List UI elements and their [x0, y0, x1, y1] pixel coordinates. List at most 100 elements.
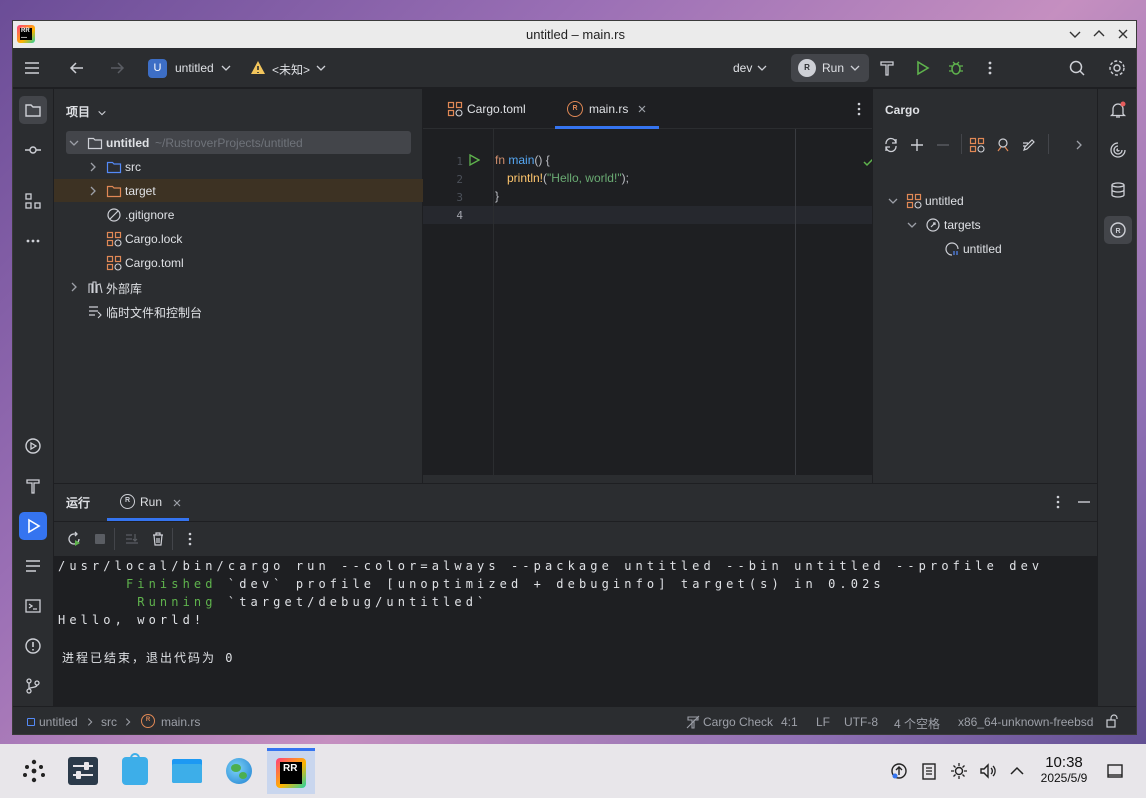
- cargo-tree-project[interactable]: untitled: [873, 189, 1098, 212]
- show-desktop-icon[interactable]: [1105, 761, 1125, 781]
- cargo-tool-icon[interactable]: R: [1104, 216, 1132, 244]
- rustrover-taskbar-icon[interactable]: RR: [267, 748, 315, 794]
- line-separator[interactable]: LF: [816, 715, 830, 729]
- stop-icon[interactable]: [92, 531, 108, 547]
- brightness-icon[interactable]: [949, 761, 969, 781]
- caret-position[interactable]: 4:1: [781, 715, 798, 729]
- run-tool-icon[interactable]: [19, 512, 47, 540]
- tree-item-label: Cargo.toml: [125, 256, 184, 270]
- tree-item-scratches[interactable]: 临时文件和控制台: [54, 299, 423, 322]
- project-badge[interactable]: U: [148, 59, 167, 78]
- horizontal-scrollbar[interactable]: [423, 475, 872, 483]
- ai-assistant-icon[interactable]: [1104, 136, 1132, 164]
- web-browser-icon[interactable]: [217, 749, 261, 793]
- tree-item-cargo-toml[interactable]: Cargo.toml: [54, 251, 423, 274]
- more-vertical-icon[interactable]: [851, 101, 867, 117]
- line-number: 4: [456, 209, 463, 222]
- remove-icon[interactable]: [935, 137, 951, 153]
- excluded-folder-icon: [106, 183, 122, 199]
- tree-item-gitignore[interactable]: .gitignore: [54, 203, 423, 226]
- scroll-to-end-icon[interactable]: [124, 531, 140, 547]
- cargo-settings-icon[interactable]: [995, 137, 1011, 153]
- cargo-file-icon: [447, 101, 463, 117]
- structure-icon[interactable]: [19, 187, 47, 215]
- file-encoding[interactable]: UTF-8: [844, 715, 878, 729]
- tab-main-rs[interactable]: R main.rs: [555, 89, 659, 129]
- debug-bug-icon[interactable]: [942, 54, 970, 82]
- tree-root-row[interactable]: untitled ~/RustroverProjects/untitled: [54, 131, 423, 154]
- edit-pencil-icon[interactable]: [1021, 137, 1037, 153]
- code-line-2[interactable]: println!("Hello, world!");: [507, 171, 629, 185]
- taskbar-clock[interactable]: 10:38 2025/5/9: [1034, 755, 1094, 786]
- tree-item-external-libraries[interactable]: 外部库: [54, 275, 423, 298]
- minimize-button[interactable]: [1066, 25, 1084, 43]
- lock-icon[interactable]: [1105, 714, 1119, 728]
- search-icon[interactable]: [1063, 54, 1091, 82]
- run-config-selector[interactable]: R Run: [791, 54, 869, 82]
- indent-setting[interactable]: 4 个空格: [894, 715, 940, 732]
- close-button[interactable]: [1114, 25, 1132, 43]
- more-vertical-icon[interactable]: [976, 54, 1004, 82]
- cargo-tree-targets[interactable]: targets: [873, 213, 1098, 236]
- settings-gear-icon[interactable]: [1103, 54, 1131, 82]
- project-folder-icon[interactable]: [19, 96, 47, 124]
- cargo-project-icon[interactable]: [969, 137, 985, 153]
- cargo-file-icon: [106, 255, 122, 271]
- tray-expand-chevron-icon[interactable]: [1007, 761, 1027, 781]
- refresh-icon[interactable]: [883, 137, 899, 153]
- discover-store-icon[interactable]: [113, 749, 157, 793]
- project-selector[interactable]: untitled: [175, 61, 214, 75]
- cargo-tree-target-untitled[interactable]: untitled: [873, 237, 1098, 260]
- more-horizontal-icon[interactable]: [19, 227, 47, 255]
- main-menu-icon[interactable]: [18, 54, 46, 82]
- system-settings-icon[interactable]: [61, 749, 105, 793]
- tree-item-target[interactable]: target: [54, 179, 423, 202]
- terminal-icon[interactable]: [19, 592, 47, 620]
- project-panel-title[interactable]: 项目: [66, 103, 107, 120]
- add-icon[interactable]: [909, 137, 925, 153]
- back-arrow-icon[interactable]: [63, 54, 91, 82]
- update-notifier-icon[interactable]: [889, 761, 909, 781]
- breadcrumb-project[interactable]: untitled: [39, 715, 78, 729]
- chevron-right-icon[interactable]: [1073, 139, 1085, 151]
- profile-selector[interactable]: dev: [733, 61, 752, 75]
- rust-icon: R: [120, 494, 135, 509]
- target-triple[interactable]: x86_64-unknown-freebsd: [958, 715, 1093, 729]
- breadcrumb-folder[interactable]: src: [101, 715, 117, 729]
- more-vertical-icon[interactable]: [1050, 494, 1066, 510]
- run-play-icon[interactable]: [908, 54, 936, 82]
- tab-cargo-toml[interactable]: Cargo.toml: [433, 89, 538, 129]
- database-icon[interactable]: [1104, 176, 1132, 204]
- code-line-1[interactable]: fn main() {: [495, 153, 550, 167]
- forward-arrow-icon[interactable]: [103, 54, 131, 82]
- chevron-down-icon: [220, 62, 232, 74]
- tree-item-cargo-lock[interactable]: Cargo.lock: [54, 227, 423, 250]
- commit-icon[interactable]: [19, 136, 47, 164]
- file-manager-icon[interactable]: [165, 749, 209, 793]
- todo-list-icon[interactable]: [19, 552, 47, 580]
- git-branch-icon[interactable]: [19, 672, 47, 700]
- close-tab-icon[interactable]: [172, 498, 182, 508]
- cargo-check-toggle[interactable]: Cargo Check: [703, 715, 773, 729]
- run-console-output[interactable]: /usr/local/bin/cargo run --color=always …: [54, 556, 1097, 707]
- rerun-icon[interactable]: [66, 531, 82, 547]
- services-icon[interactable]: [19, 432, 47, 460]
- trash-icon[interactable]: [150, 531, 166, 547]
- volume-icon[interactable]: [978, 761, 998, 781]
- notifications-bell-icon[interactable]: [1104, 96, 1132, 124]
- build-hammer-icon[interactable]: [19, 472, 47, 500]
- minimize-panel-icon[interactable]: [1076, 494, 1092, 510]
- clipboard-icon[interactable]: [919, 761, 939, 781]
- maximize-button[interactable]: [1090, 25, 1108, 43]
- breadcrumb-file[interactable]: main.rs: [161, 715, 200, 729]
- build-hammer-icon[interactable]: [873, 54, 901, 82]
- more-vertical-icon[interactable]: [182, 531, 198, 547]
- run-tab[interactable]: R Run: [107, 484, 189, 521]
- app-launcher-icon[interactable]: [12, 749, 56, 793]
- problems-icon[interactable]: [19, 632, 47, 660]
- run-gutter-icon[interactable]: [468, 154, 480, 166]
- code-line-3[interactable]: }: [495, 189, 499, 203]
- vcs-selector[interactable]: <未知>: [272, 61, 310, 78]
- close-tab-icon[interactable]: [637, 104, 647, 114]
- tree-item-src[interactable]: src: [54, 155, 423, 178]
